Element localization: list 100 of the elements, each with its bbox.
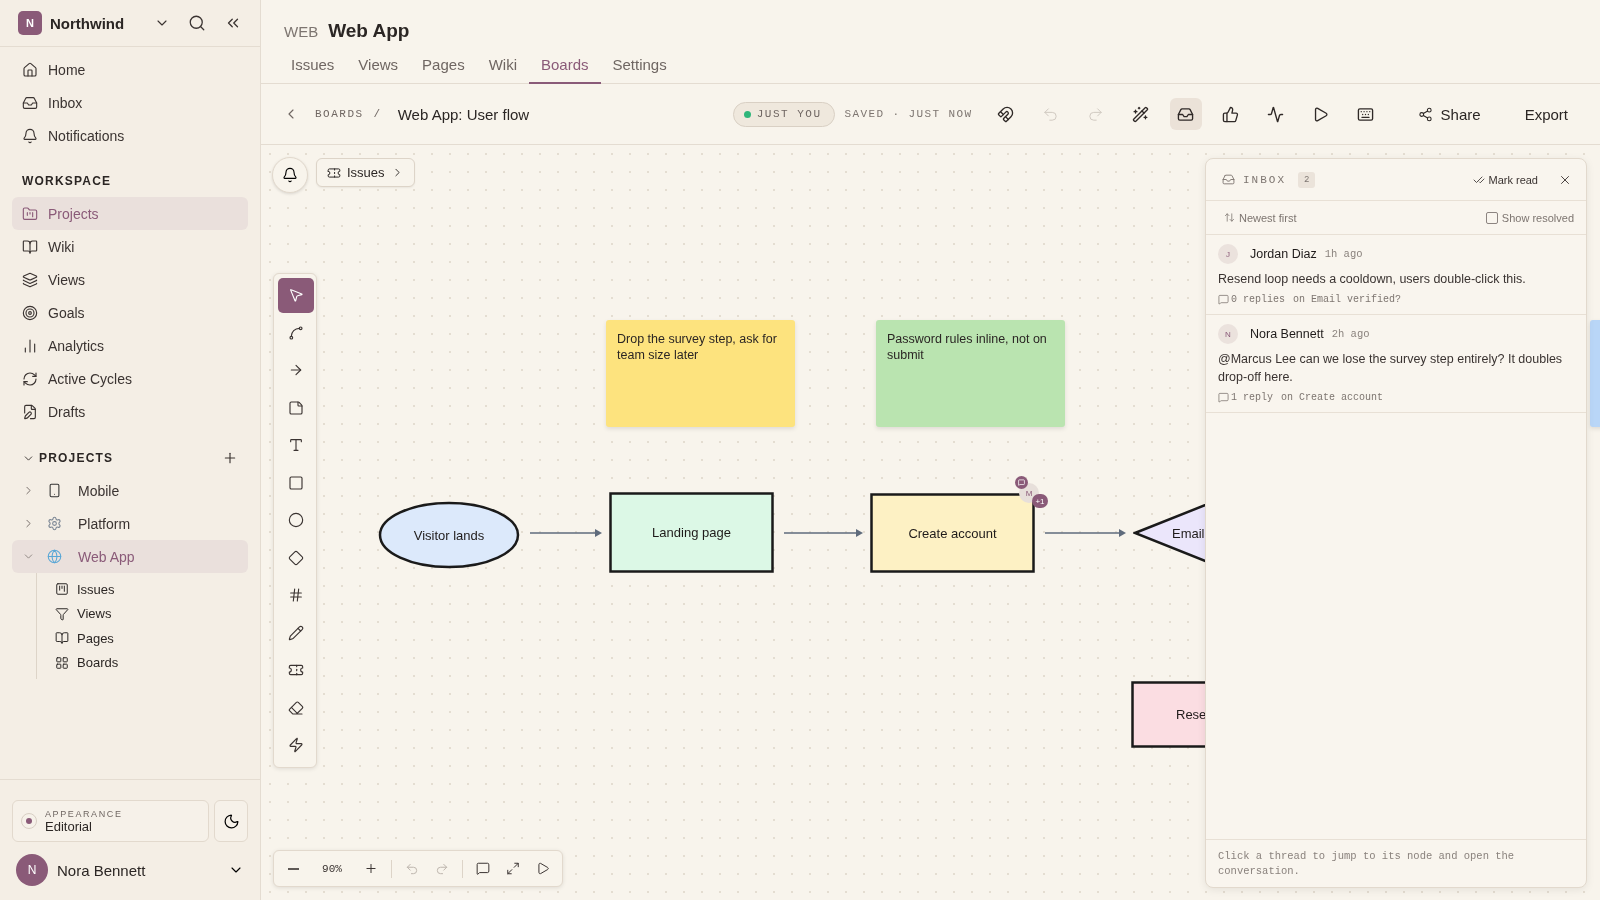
project-item[interactable]: Platform xyxy=(12,507,248,540)
node-label: Visitor lands xyxy=(413,527,485,543)
curve-icon xyxy=(288,324,304,341)
avatar: J xyxy=(1218,244,1238,264)
comment-text: @Marcus Lee can we lose the survey step entirely? It doubles drop-off here. xyxy=(1218,351,1564,386)
bell-icon xyxy=(22,127,38,144)
project-subitem[interactable]: Boards xyxy=(55,650,248,675)
layers-icon xyxy=(22,271,38,288)
redo-icon xyxy=(435,861,449,876)
node-label: Email xyxy=(1172,525,1205,541)
tool-button[interactable] xyxy=(278,278,314,313)
inbox-icon xyxy=(1222,173,1235,186)
search-button[interactable] xyxy=(188,14,206,32)
avatar: N xyxy=(1218,324,1238,344)
nav-item[interactable]: Views xyxy=(12,263,248,296)
nav-item[interactable]: Drafts xyxy=(12,395,248,428)
breadcrumb-separator: / xyxy=(373,108,382,120)
target-icon xyxy=(22,304,38,321)
count-badge: +1 xyxy=(1032,494,1048,508)
tab[interactable]: Wiki xyxy=(476,46,529,84)
sticky-note: Drop the survey step, ask for team size later xyxy=(606,320,795,427)
sticky-note-icon xyxy=(288,399,304,416)
book-icon xyxy=(55,631,69,646)
comment-icon xyxy=(476,861,490,876)
file-pen-icon xyxy=(22,403,38,420)
workspace-logo: N xyxy=(18,11,42,35)
theme-toggle-button[interactable] xyxy=(214,800,248,842)
magic-wand-icon xyxy=(1132,105,1150,123)
diamond-icon xyxy=(288,549,304,566)
checkbox[interactable] xyxy=(1485,211,1498,224)
nav-item[interactable]: Analytics xyxy=(12,329,248,362)
plus-icon xyxy=(364,861,378,876)
pointer-icon xyxy=(288,287,304,304)
project-subitem[interactable]: Pages xyxy=(55,626,248,651)
filter-icon xyxy=(55,606,69,621)
add-project-button[interactable] xyxy=(222,450,238,466)
comment-target: on Email verified? xyxy=(1293,294,1402,305)
nav-item[interactable]: Wiki xyxy=(12,230,248,263)
reply-count: 0 replies xyxy=(1231,294,1285,305)
comment-icon xyxy=(1218,392,1229,403)
grid-icon xyxy=(55,655,69,670)
panel-title: INBOX xyxy=(1243,173,1286,186)
ticket-icon xyxy=(327,165,341,180)
breadcrumb-link[interactable]: BOARDS xyxy=(315,108,364,120)
notifications-button[interactable] xyxy=(272,157,308,193)
globe-icon xyxy=(47,549,62,564)
project-subitem[interactable]: Views xyxy=(55,601,248,626)
tab[interactable]: Issues xyxy=(279,46,347,84)
tab[interactable]: Views xyxy=(346,46,411,84)
thumbs-up-icon xyxy=(1222,105,1240,123)
tab[interactable]: Pages xyxy=(410,46,477,84)
issues-filter-chip[interactable]: Issues xyxy=(316,158,415,187)
node-label: Create account xyxy=(908,525,997,541)
node-label: Rese xyxy=(1176,707,1207,722)
lightning-icon xyxy=(288,737,304,754)
reply-count: 1 reply xyxy=(1231,392,1273,403)
project-key: WEB xyxy=(284,23,319,40)
square-icon xyxy=(288,474,304,491)
keyboard-icon xyxy=(1357,105,1375,123)
project-item[interactable]: Mobile xyxy=(12,474,248,507)
presence-pill: JUST YOU xyxy=(732,101,835,127)
sort-button[interactable]: Newest first xyxy=(1224,211,1297,224)
project-subitem[interactable]: Issues xyxy=(55,577,248,602)
play-icon xyxy=(1312,105,1330,123)
sticky-note: Password rules inline, not on submit xyxy=(876,320,1065,427)
tab[interactable]: Boards xyxy=(529,46,601,84)
project-item[interactable]: Web App xyxy=(12,540,248,573)
frame-icon xyxy=(288,587,304,604)
undo-icon xyxy=(1042,105,1060,123)
comment-target: on Create account xyxy=(1281,392,1384,403)
section-title: WORKSPACE xyxy=(21,173,113,190)
user-menu[interactable]: N Nora Bennett xyxy=(12,852,248,888)
toolbar-button[interactable] xyxy=(1169,98,1202,130)
checkbox-label: Show resolved xyxy=(1501,211,1574,224)
board-title: Web App: User flow xyxy=(397,105,531,123)
nav-item[interactable]: Home xyxy=(12,53,248,86)
share-icon xyxy=(1417,106,1433,122)
share-button[interactable]: Share xyxy=(1409,98,1489,130)
nav-item[interactable]: Inbox xyxy=(12,86,248,119)
mark-read-button[interactable]: Mark read xyxy=(1473,173,1538,186)
nav-item[interactable]: Notifications xyxy=(12,119,248,152)
section-title: PROJECTS xyxy=(39,451,115,465)
nav-item[interactable]: Active Cycles xyxy=(12,362,248,395)
home-icon xyxy=(22,61,38,78)
comment-author: Nora Bennett xyxy=(1250,327,1324,341)
search-icon xyxy=(188,14,206,32)
comment-icon xyxy=(1218,294,1229,305)
appearance-selector[interactable]: APPEARANCE Editorial xyxy=(12,800,209,842)
nav-item[interactable]: Projects xyxy=(12,197,248,230)
expand-icon xyxy=(506,861,520,876)
undo-icon xyxy=(405,861,419,876)
export-button[interactable]: Export xyxy=(1516,98,1576,130)
save-status: SAVED · JUST NOW xyxy=(844,108,973,120)
tab[interactable]: Settings xyxy=(600,46,679,84)
comment-time: 1h ago xyxy=(1324,248,1363,260)
minus-icon xyxy=(287,867,299,870)
circle-icon xyxy=(288,512,304,529)
eraser-icon xyxy=(288,699,304,716)
nav-item[interactable]: Goals xyxy=(12,296,248,329)
phone-icon xyxy=(47,483,62,498)
